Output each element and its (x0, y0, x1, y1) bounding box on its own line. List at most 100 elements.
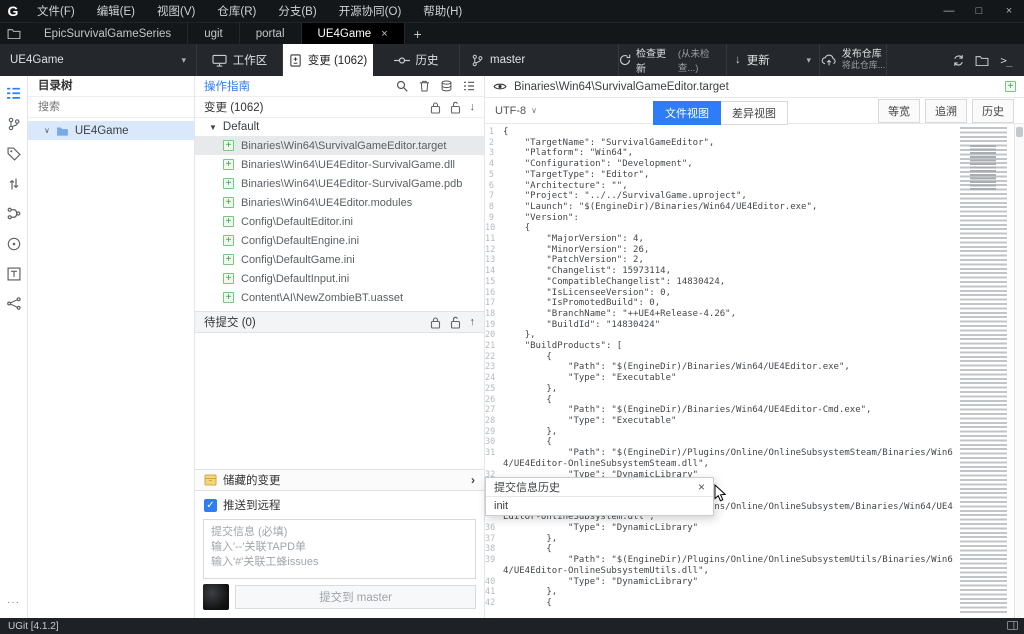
menubar-item[interactable]: 分支(B) (267, 3, 327, 19)
close-tab-icon[interactable]: × (381, 28, 387, 40)
line-text: }, (503, 330, 536, 341)
history-tab[interactable]: 历史 (373, 44, 460, 76)
changed-file-row[interactable]: + Content\AI\NewZombieBT.uasset (195, 288, 484, 307)
code-line: 19 "BuildId": "14830424" (485, 320, 956, 331)
new-tab-button[interactable]: + (405, 23, 431, 44)
close-popup-icon[interactable]: × (698, 480, 705, 494)
stash-stack-icon[interactable] (441, 80, 452, 92)
commit-message-input[interactable] (203, 519, 476, 579)
publish-repo-button[interactable]: 发布仓库 将此仓库... (820, 44, 887, 76)
chevron-down-icon[interactable]: ∨ (44, 126, 50, 135)
line-number: 22 (485, 351, 496, 362)
workspace-button[interactable]: 工作区 (197, 44, 283, 76)
menubar-item[interactable]: 帮助(H) (412, 3, 473, 19)
push-remote-checkbox[interactable]: ✓ (204, 498, 217, 512)
code-minimap[interactable] (958, 127, 1013, 615)
code-line: 42 { (485, 598, 956, 609)
monitor-icon (212, 54, 227, 67)
repo-selector-dropdown[interactable]: UE4Game ▾ (0, 44, 197, 76)
line-text: "IsPromotedBuild": 0, (503, 298, 661, 309)
lock-open-icon[interactable] (450, 316, 461, 329)
search-icon[interactable] (396, 80, 408, 92)
scrollbar-thumb[interactable] (1016, 127, 1023, 137)
terminal-icon[interactable]: >_ (994, 44, 1018, 76)
minimize-button[interactable]: — (934, 0, 964, 22)
code-line: 1 { (485, 127, 956, 138)
changes-tab[interactable]: 变更 (1062) (283, 44, 373, 76)
file-view-button[interactable]: 文件视图 (653, 101, 721, 125)
list-view-icon[interactable] (463, 81, 475, 91)
lock-closed-icon[interactable] (430, 101, 441, 114)
changed-file-path: Config\DefaultInput.ini (241, 272, 350, 285)
menubar-item[interactable]: 视图(V) (146, 3, 206, 19)
open-repo-folder-icon[interactable] (0, 23, 28, 44)
diff-view-button[interactable]: 差异视图 (721, 101, 788, 125)
sidebar-changes-icon[interactable] (6, 86, 21, 101)
changed-file-row[interactable]: + Binaries\Win64\UE4Editor-SurvivalGame.… (195, 155, 484, 174)
file-history-button[interactable]: 历史 (972, 98, 1014, 123)
trash-icon[interactable] (419, 80, 430, 92)
lock-closed-icon[interactable] (430, 316, 441, 329)
triangle-down-icon[interactable]: ▼ (209, 123, 217, 132)
move-up-icon[interactable]: ↑ (470, 316, 476, 328)
sync-icon[interactable] (946, 44, 970, 76)
sidebar-wiki-icon[interactable] (6, 266, 21, 281)
publish-sublabel: 将此仓库... (841, 60, 886, 70)
monospace-button[interactable]: 等宽 (878, 98, 920, 123)
lock-open-icon[interactable] (450, 101, 461, 114)
line-number: 20 (485, 330, 496, 341)
commit-button[interactable]: 提交到 master (235, 585, 476, 609)
changed-file-path: Content\AI\NewZombieBT.uasset (241, 291, 404, 304)
sidebar-issues-icon[interactable] (7, 236, 21, 251)
sidebar-network-icon[interactable] (6, 296, 21, 311)
guide-link[interactable]: 操作指南 (204, 78, 250, 94)
changed-file-row[interactable]: + Binaries\Win64\UE4Editor.modules (195, 193, 484, 212)
line-text: }, (503, 383, 558, 394)
menubar-item[interactable]: 开源协同(O) (328, 3, 413, 19)
tree-root-item[interactable]: ∨ UE4Game (28, 121, 194, 140)
chevron-right-icon[interactable]: › (471, 473, 475, 487)
avatar[interactable] (203, 584, 229, 610)
layout-panel-icon[interactable] (1007, 621, 1018, 630)
repo-tab[interactable]: portal × (240, 23, 302, 44)
sidebar-branches-icon[interactable] (8, 116, 20, 131)
menubar-item[interactable]: 仓库(R) (206, 3, 267, 19)
tree-search-input[interactable] (28, 100, 194, 114)
app-logo: G (7, 3, 19, 19)
changed-file-row[interactable]: + Binaries\Win64\SurvivalGameEditor.targ… (195, 136, 484, 155)
sidebar-more-button[interactable]: ··· (0, 597, 27, 608)
repo-tab[interactable]: UE4Game × (301, 23, 405, 44)
changed-file-row[interactable]: + Config\DefaultGame.ini (195, 250, 484, 269)
update-button[interactable]: ↓ 更新 ▾ (727, 44, 820, 76)
line-number: 38 (485, 544, 496, 555)
changed-file-row[interactable]: + Config\DefaultInput.ini (195, 269, 484, 288)
changed-file-row[interactable]: + Config\DefaultEngine.ini (195, 231, 484, 250)
blame-button[interactable]: 追溯 (925, 98, 967, 123)
menubar-item[interactable]: 文件(F) (26, 3, 86, 19)
check-update-button[interactable]: 检查更新 (从未检查...) (619, 44, 727, 76)
repo-tab[interactable]: ugit × (188, 23, 240, 44)
sidebar-merge-icon[interactable] (7, 206, 21, 221)
menubar-item[interactable]: 编辑(E) (86, 3, 146, 19)
folder-icon[interactable] (970, 44, 994, 76)
stash-row[interactable]: 储藏的变更 › (195, 469, 484, 491)
push-remote-row: ✓ 推送到远程 (195, 491, 484, 513)
line-number: 4 (488, 159, 494, 170)
maximize-button[interactable]: □ (964, 0, 994, 22)
commit-history-item[interactable]: init (486, 497, 713, 515)
vertical-scrollbar[interactable] (1014, 124, 1024, 618)
code-line: 27 "Path": "$(EngineDir)/Binaries/Win64/… (485, 405, 956, 416)
encoding-dropdown[interactable]: UTF-8 ∨ (495, 105, 537, 117)
branch-selector[interactable]: master (460, 44, 619, 76)
change-group-row[interactable]: ▼ Default (195, 118, 484, 136)
changed-file-row[interactable]: + Config\DefaultEditor.ini (195, 212, 484, 231)
changes-tab-label: 变更 (1062) (307, 55, 368, 67)
move-down-icon[interactable]: ↓ (470, 101, 476, 113)
code-line: 9 "Version": (485, 213, 956, 224)
sidebar-tags-icon[interactable] (6, 146, 21, 161)
sidebar-pull-request-icon[interactable] (8, 176, 20, 191)
changed-file-row[interactable]: + Binaries\Win64\UE4Editor-SurvivalGame.… (195, 174, 484, 193)
code-line: 22 { (485, 352, 956, 363)
close-window-button[interactable]: × (994, 0, 1024, 22)
repo-tab[interactable]: EpicSurvivalGameSeries × (28, 23, 189, 44)
